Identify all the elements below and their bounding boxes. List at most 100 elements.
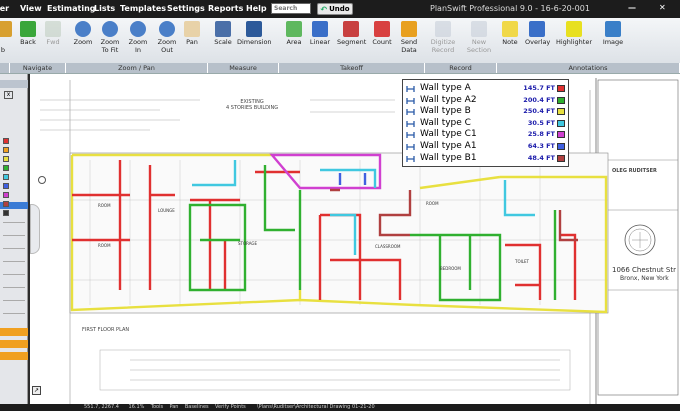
ribbon-button-area[interactable]: Area [284, 21, 304, 46]
close-button[interactable]: ✕ [659, 3, 666, 12]
menu-item-templates[interactable]: Templates [120, 4, 166, 13]
ribbon-button-forward-arrow[interactable]: Fwd [42, 21, 64, 46]
legend-item-name: Wall type B1 [420, 152, 477, 163]
color-swatch[interactable] [3, 147, 9, 153]
ribbon-button-send-data[interactable]: Send Data [398, 21, 420, 54]
legend-row[interactable]: Wall type B1 48.4 FT [406, 153, 567, 164]
panel-row[interactable] [3, 222, 25, 223]
svg-text:TOILET: TOILET [514, 259, 530, 264]
menu-item-partial[interactable]: her [0, 4, 9, 13]
panel-highlight-row[interactable] [0, 352, 28, 360]
ribbon-button-zoom-in[interactable]: Zoom In [125, 21, 151, 54]
legend-row[interactable]: Wall type A1 64.3 FT [406, 141, 567, 152]
panel-header [0, 80, 28, 88]
ribbon-button-overlay[interactable]: Overlay [525, 21, 551, 46]
menu-item-view[interactable]: View [20, 4, 42, 13]
ribbon-button-partial[interactable]: b [0, 21, 12, 54]
panel-row[interactable] [3, 300, 25, 301]
menu-item-help[interactable]: Help [246, 4, 267, 13]
color-swatch[interactable] [3, 201, 9, 207]
panel-row[interactable] [3, 287, 25, 288]
new-section-icon [471, 21, 487, 37]
ribbon-button-label: Zoom Out [157, 38, 177, 54]
legend-row[interactable]: Wall type A2 200.4 FT [406, 95, 567, 106]
undo-button[interactable]: ↶ Undo [317, 3, 353, 15]
count-icon [374, 21, 390, 37]
menu-item-lists[interactable]: Lists [94, 4, 115, 13]
color-swatch[interactable] [3, 192, 9, 198]
svg-text:CLASSROOM: CLASSROOM [375, 244, 401, 249]
panel-close-icon[interactable]: x [4, 91, 13, 99]
legend-row[interactable]: Wall type B 250.4 FT [406, 106, 567, 117]
search-input[interactable]: Search [271, 3, 311, 14]
legend-row[interactable]: Wall type A 145.7 FT [406, 83, 567, 94]
ribbon-button-highlighter[interactable]: Highlighter [555, 21, 593, 46]
panel-row[interactable] [3, 261, 25, 262]
ribbon-button-zoom-out[interactable]: Zoom Out [154, 21, 180, 54]
legend-color-swatch [557, 143, 565, 150]
legend-item-name: Wall type A [420, 83, 471, 93]
ribbon-button-note[interactable]: Note [500, 21, 520, 46]
highlighter-icon [566, 21, 582, 37]
ribbon-button-segment[interactable]: Segment [337, 21, 366, 46]
ribbon-group-record: Record [425, 63, 497, 73]
ribbon-button-label: New Section [466, 38, 492, 54]
ribbon-button-dimension[interactable]: Dimension [237, 21, 272, 46]
panel-row[interactable] [3, 248, 25, 249]
menu-item-estimating[interactable]: Estimating [47, 4, 96, 13]
ribbon-group-annotations: Annotations [497, 63, 680, 73]
collapse-panel-handle[interactable] [30, 204, 40, 254]
menu-item-settings[interactable]: Settings [167, 4, 205, 13]
linear-takeoff-icon [406, 109, 415, 116]
panel-row[interactable] [3, 274, 25, 275]
color-swatch[interactable] [3, 138, 9, 144]
legend-row[interactable]: Wall type C1 25.8 FT [406, 129, 567, 140]
legend-item-value: 25.8 FT [527, 130, 555, 139]
ribbon-button-zoom-fit[interactable]: Zoom To Fit [97, 21, 123, 54]
legend-item-name: Wall type C [420, 117, 471, 128]
ribbon-button-label: Fwd [46, 38, 60, 46]
linear-takeoff-icon [406, 120, 415, 127]
legend-color-swatch [557, 108, 565, 116]
ribbon-button-count[interactable]: Count [370, 21, 394, 46]
minimize-button[interactable]: — [628, 3, 636, 12]
resize-corner-icon[interactable]: ↗ [32, 386, 41, 395]
hand-icon [184, 21, 200, 37]
ribbon-button-linear[interactable]: Linear [307, 21, 333, 46]
ribbon-button-image[interactable]: Image [600, 21, 626, 46]
ribbon-button-label: Digitize Record [430, 38, 456, 54]
ribbon-button-hand[interactable]: Pan [182, 21, 202, 46]
overlay-icon [529, 21, 545, 37]
panel-row[interactable] [3, 235, 25, 236]
undo-icon: ↶ [320, 4, 328, 14]
color-swatch[interactable] [3, 165, 9, 171]
linear-takeoff-icon [406, 144, 415, 150]
ribbon-button-label: Note [502, 38, 518, 46]
ribbon-button-digitize[interactable]: Digitize Record [427, 21, 459, 54]
color-swatch[interactable] [3, 156, 9, 162]
ribbon-button-back-arrow[interactable]: Back [16, 21, 40, 46]
floor-plan-drawing: ROOM ROOM LOUNGE STORAGE CLASSROOM BEDROOM TO… [30, 74, 680, 404]
ribbon-button-label: Highlighter [555, 38, 593, 46]
legend-item-name: Wall type C1 [420, 129, 477, 140]
ribbon-button-scale[interactable]: Scale [212, 21, 234, 46]
ribbon-button-new-section[interactable]: New Section [464, 21, 494, 54]
menu-item-reports[interactable]: Reports [208, 4, 243, 13]
zoom-in-icon [130, 21, 146, 37]
drawing-canvas[interactable]: ROOM ROOM LOUNGE STORAGE CLASSROOM BEDROOM TO… [30, 74, 680, 404]
ribbon-button-label: Overlay [525, 38, 551, 46]
ribbon-button-zoom[interactable]: Zoom [72, 21, 94, 46]
partial-icon [0, 21, 12, 37]
forward-arrow-icon [45, 21, 61, 37]
color-swatch[interactable] [3, 183, 9, 189]
panel-row[interactable] [3, 313, 25, 314]
ribbon-button-label: Dimension [237, 38, 272, 46]
ribbon-button-label: Back [20, 38, 36, 46]
address-line-2: Bronx, New York [620, 275, 669, 282]
color-swatch[interactable] [3, 174, 9, 180]
legend-item-value: 30.5 FT [527, 118, 555, 127]
color-swatch[interactable] [3, 210, 9, 216]
panel-highlight-row[interactable] [0, 340, 28, 348]
legend-row[interactable]: Wall type C 30.5 FT [406, 118, 567, 129]
panel-highlight-row[interactable] [0, 328, 28, 336]
